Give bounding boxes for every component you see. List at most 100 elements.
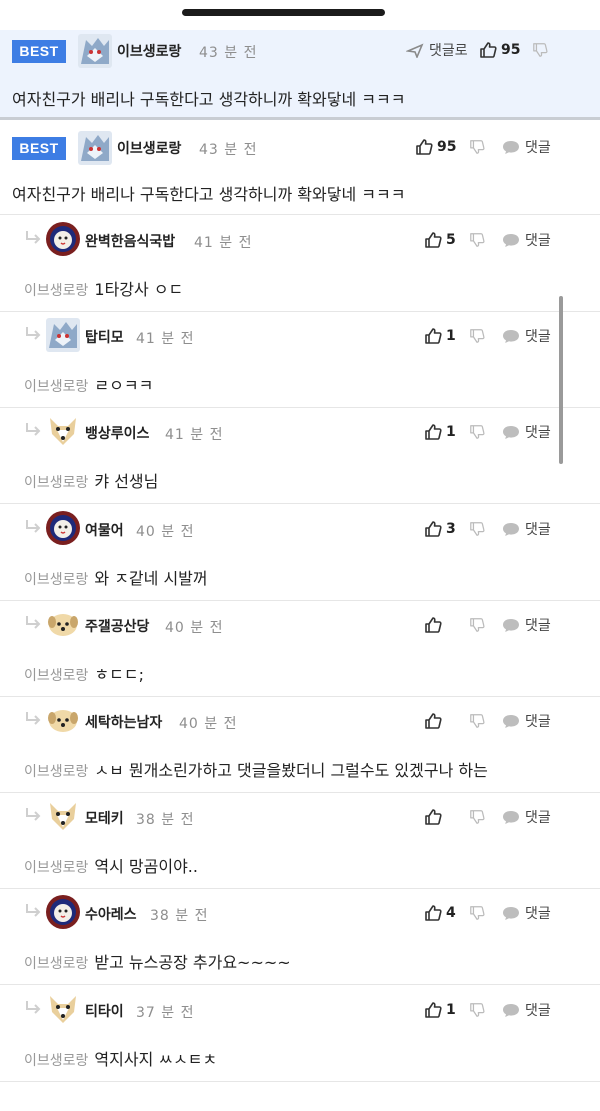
scrollbar[interactable]: [559, 296, 563, 464]
comment-text: 이브생로랑 와 ㅈ같네 시발꺼: [24, 565, 208, 589]
comment-text: 이브생로랑 캬 선생님: [24, 468, 158, 492]
reply-comment: 탑티모 41 분 전 1 댓글 이브생로랑 ㄹㅇㅋㅋ: [0, 312, 600, 408]
like-button[interactable]: 1: [424, 325, 456, 347]
thumbs-up-icon: [425, 232, 442, 248]
like-button[interactable]: 5: [424, 229, 456, 251]
reply-button[interactable]: 댓글: [502, 229, 551, 251]
reply-button[interactable]: 댓글: [502, 518, 551, 540]
reply-comment: 수아레스 38 분 전 4 댓글 이브생로랑 받고 뉴스공장 추가요~~~~: [0, 889, 600, 985]
reply-button[interactable]: 댓글: [502, 614, 551, 636]
reply-label: 댓글: [525, 329, 551, 345]
mention[interactable]: 이브생로랑: [24, 475, 88, 491]
like-button[interactable]: 3: [424, 518, 456, 540]
speech-bubble-icon: [503, 1003, 519, 1017]
like-button[interactable]: 95: [415, 136, 456, 158]
nickname[interactable]: 이브생로랑: [117, 41, 181, 61]
like-button[interactable]: 1: [424, 421, 456, 443]
speech-bubble-icon: [503, 810, 519, 824]
avatar[interactable]: [46, 703, 80, 737]
reply-button[interactable]: 댓글: [502, 710, 551, 732]
nickname[interactable]: 세탁하는남자: [85, 712, 162, 732]
avatar[interactable]: [46, 895, 80, 929]
dislike-button[interactable]: [469, 229, 487, 251]
like-button[interactable]: 1: [424, 999, 456, 1021]
reply-comment: 세탁하는남자 40 분 전 댓글이브생로랑 ㅅㅂ 뭔개소린가하고 댓글을봤더니 그럴수…: [0, 697, 600, 793]
nickname[interactable]: 주갤공산당: [85, 616, 149, 636]
comment-body: 1타강사 ㅇㄷ: [94, 280, 184, 299]
like-button[interactable]: [424, 710, 446, 732]
reply-arrow-icon: [24, 1000, 42, 1016]
comment-text: 이브생로랑 ㅅㅂ 뭔개소린가하고 댓글을봤더니 그럴수도 있겠구나 하는: [24, 757, 488, 781]
nickname[interactable]: 여물어: [85, 520, 124, 540]
reply-arrow-icon: [24, 807, 42, 823]
comment-body: 캬 선생님: [94, 472, 159, 491]
mention[interactable]: 이브생로랑: [24, 764, 88, 780]
thumbs-up-icon: [425, 905, 442, 921]
mention[interactable]: 이브생로랑: [24, 668, 88, 684]
avatar[interactable]: [46, 799, 80, 833]
avatar[interactable]: [46, 414, 80, 448]
reply-arrow-icon: [24, 422, 42, 438]
nickname[interactable]: 모테키: [85, 808, 124, 828]
reply-comment: 주갤공산당 40 분 전 댓글이브생로랑 ㅎㄷㄷ;: [0, 601, 600, 697]
like-count: 4: [446, 905, 456, 921]
reply-button[interactable]: 댓글: [502, 999, 551, 1021]
reply-button[interactable]: 댓글로: [406, 39, 468, 61]
dislike-button[interactable]: [469, 806, 487, 828]
avatar[interactable]: [46, 511, 80, 545]
reply-button[interactable]: 댓글: [502, 421, 551, 443]
nickname[interactable]: 탑티모: [85, 327, 124, 347]
comment-text: 이브생로랑 1타강사 ㅇㄷ: [24, 276, 183, 300]
speech-bubble-icon: [503, 618, 519, 632]
nickname[interactable]: 수아레스: [85, 904, 137, 924]
dislike-button[interactable]: [469, 614, 487, 636]
nickname[interactable]: 이브생로랑: [117, 138, 181, 158]
mention[interactable]: 이브생로랑: [24, 956, 88, 972]
like-button[interactable]: [424, 806, 446, 828]
reply-comment: 완벽한음식국밥 41 분 전 5 댓글 이브생로랑 1타강사 ㅇㄷ: [0, 216, 600, 312]
avatar[interactable]: [46, 318, 80, 352]
like-button[interactable]: [424, 614, 446, 636]
comment-body: ㅅㅂ 뭔개소린가하고 댓글을봤더니 그럴수도 있겠구나 하는: [94, 761, 488, 780]
dislike-button[interactable]: [469, 999, 487, 1021]
mention[interactable]: 이브생로랑: [24, 1053, 88, 1069]
reply-button[interactable]: 댓글: [502, 325, 551, 347]
mention[interactable]: 이브생로랑: [24, 860, 88, 876]
comment-body: 역지사지 ㅆㅅㅌㅊ: [94, 1050, 218, 1069]
comment-body: 받고 뉴스공장 추가요~~~~: [94, 953, 291, 972]
reply-button[interactable]: 댓글: [502, 902, 551, 924]
dislike-button[interactable]: [469, 136, 487, 158]
nickname[interactable]: 티타이: [85, 1001, 124, 1021]
comment-time: 40 분 전: [165, 620, 224, 636]
home-indicator[interactable]: [182, 9, 385, 16]
reply-button[interactable]: 댓글: [502, 806, 551, 828]
avatar[interactable]: [46, 992, 80, 1026]
like-button[interactable]: 95: [479, 39, 520, 61]
avatar[interactable]: [78, 131, 112, 165]
speech-bubble-icon: [503, 522, 519, 536]
nickname[interactable]: 완벽한음식국밥: [85, 231, 175, 251]
reply-comment: 여물어 40 분 전 3 댓글 이브생로랑 와 ㅈ같네 시발꺼: [0, 505, 600, 601]
avatar[interactable]: [78, 34, 112, 68]
thumbs-up-icon: [480, 42, 497, 58]
avatar[interactable]: [46, 222, 80, 256]
comment-text: 이브생로랑 ㅎㄷㄷ;: [24, 661, 144, 685]
reply-label: 댓글: [525, 810, 551, 826]
nickname[interactable]: 뱅상루이스: [85, 423, 149, 443]
speech-bubble-icon: [503, 906, 519, 920]
dislike-button[interactable]: [469, 902, 487, 924]
mention[interactable]: 이브생로랑: [24, 283, 88, 299]
reply-button[interactable]: 댓글: [502, 136, 551, 158]
avatar[interactable]: [46, 607, 80, 641]
dislike-button[interactable]: [532, 39, 550, 61]
mention[interactable]: 이브생로랑: [24, 379, 88, 395]
dislike-button[interactable]: [469, 325, 487, 347]
dislike-button[interactable]: [469, 421, 487, 443]
best-comment: BEST 이브생로랑 43 분 전 95 댓글 여자친구가 배리나 구독한다고 …: [0, 127, 600, 215]
comment-time: 40 분 전: [179, 716, 238, 732]
mention[interactable]: 이브생로랑: [24, 572, 88, 588]
like-button[interactable]: 4: [424, 902, 456, 924]
dislike-button[interactable]: [469, 518, 487, 540]
dislike-button[interactable]: [469, 710, 487, 732]
like-count: 95: [501, 42, 521, 58]
